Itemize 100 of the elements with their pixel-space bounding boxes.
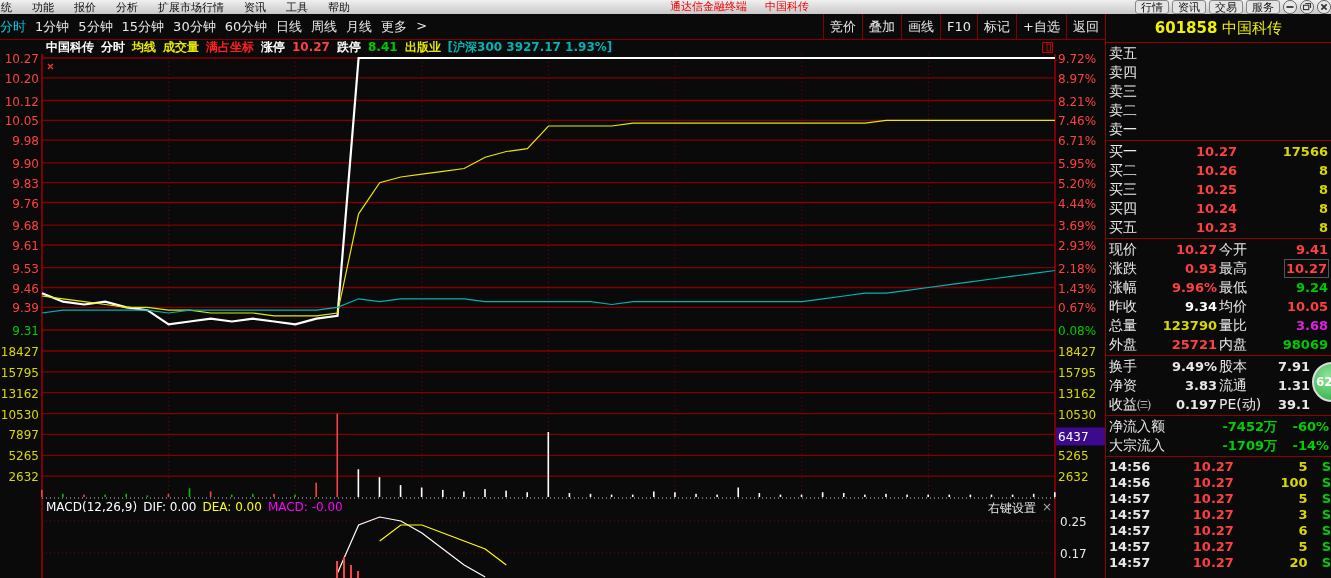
order-label: 卖五 xyxy=(1109,44,1137,63)
trade-time: 14:56 xyxy=(1109,459,1151,475)
menu-item[interactable]: 报价 xyxy=(64,0,106,14)
period-tab[interactable]: 5分钟 xyxy=(78,17,113,36)
stat-value: 9.24 xyxy=(1295,279,1328,297)
stat-label: 涨幅 xyxy=(1109,278,1137,297)
axis-label: 8.21% xyxy=(1058,94,1097,109)
period-tab[interactable]: 日线 xyxy=(276,17,303,36)
stat-label: 今开 xyxy=(1219,240,1247,259)
stock-title: 601858 中国科传 xyxy=(1106,14,1331,43)
trade-volume: 5 xyxy=(1297,539,1308,555)
legend-item: 10.27 xyxy=(292,40,330,54)
order-label: 买一 xyxy=(1109,142,1137,161)
top-button[interactable]: 行情 xyxy=(1135,0,1169,14)
trade-volume: 6 xyxy=(1297,523,1308,539)
menu-item[interactable]: 帮助 xyxy=(318,0,360,14)
axis-label: 9.53 xyxy=(12,261,39,276)
stat-value: 9.96% xyxy=(1171,279,1217,297)
trade-time: 14:57 xyxy=(1109,555,1151,571)
minimize-icon[interactable] xyxy=(1283,0,1297,14)
legend-item: 成交量 xyxy=(163,40,199,54)
axis-label: 2.18% xyxy=(1058,261,1097,276)
menu-item[interactable]: 分析 xyxy=(106,0,148,14)
order-label: 卖一 xyxy=(1109,120,1137,139)
axis-label: 10.27 xyxy=(4,54,39,66)
order-price: 10.24 xyxy=(1194,200,1237,218)
trade-time: 14:56 xyxy=(1109,475,1151,491)
period-tab[interactable]: 月线 xyxy=(346,17,373,36)
stat-label: 现价 xyxy=(1109,240,1137,259)
period-tab[interactable]: 1分钟 xyxy=(35,17,70,36)
legend-item: 8.41 xyxy=(367,40,398,54)
stat-value: 0.197 xyxy=(1175,396,1217,414)
order-price: 10.27 xyxy=(1194,143,1237,161)
axis-label: 10.12 xyxy=(4,94,39,109)
cross-icon xyxy=(47,63,54,70)
order-volume: 8 xyxy=(1318,219,1329,237)
trade-side: S xyxy=(1321,507,1331,523)
axis-label: 0.25 xyxy=(1060,515,1087,529)
order-label: 买四 xyxy=(1109,199,1137,218)
stat-value: 9.41 xyxy=(1295,241,1328,259)
trade-volume: 3 xyxy=(1297,507,1308,523)
stat-label: 净资 xyxy=(1109,376,1137,395)
axis-label: 9.46 xyxy=(12,281,39,296)
legend-item: 中国科传 xyxy=(46,40,94,54)
menu-item[interactable]: 功能 xyxy=(22,0,64,14)
menu-item[interactable]: 工具 xyxy=(276,0,318,14)
axis-label: 8.97% xyxy=(1058,71,1097,86)
close-icon[interactable]: × xyxy=(1042,500,1053,517)
stat-label: 最高 xyxy=(1219,259,1247,278)
stat-value: 39.1 xyxy=(1277,396,1310,414)
axis-label: 9.31 xyxy=(12,324,39,338)
trade-time: 14:57 xyxy=(1109,507,1151,523)
stat-label: 换手 xyxy=(1109,357,1137,376)
period-tab[interactable]: 30分钟 xyxy=(173,17,216,36)
trade-price: 10.27 xyxy=(1191,459,1234,475)
stat-value: 3.68 xyxy=(1295,317,1328,335)
stat-label: 外盘 xyxy=(1109,335,1137,354)
period-tab[interactable]: 60分钟 xyxy=(224,17,268,36)
trade-price: 10.27 xyxy=(1191,491,1234,507)
period-tab[interactable]: 更多 xyxy=(381,17,408,36)
restore-icon[interactable] xyxy=(1300,0,1314,14)
legend-item: 满占坐标 xyxy=(206,40,254,54)
legend-item: 涨停 xyxy=(261,40,285,54)
stat-label: 量比 xyxy=(1219,316,1247,335)
stat-label: 均价 xyxy=(1219,297,1247,316)
trade-price: 10.27 xyxy=(1191,507,1234,523)
window-title: 中国科传 xyxy=(765,0,809,13)
axis-label: 4.44% xyxy=(1058,196,1097,211)
axis-label: 6.71% xyxy=(1058,134,1097,149)
more-arrow[interactable]: > xyxy=(416,17,428,36)
order-price: 10.25 xyxy=(1194,181,1237,199)
close-icon[interactable] xyxy=(1317,0,1331,14)
order-label: 卖二 xyxy=(1109,101,1137,120)
panel-toggle-icon[interactable] xyxy=(1042,42,1053,53)
settings-link[interactable]: 右键设置 xyxy=(988,500,1036,517)
top-button[interactable]: 交易 xyxy=(1209,0,1243,14)
trade-volume: 20 xyxy=(1288,555,1308,571)
period-tab[interactable]: 周线 xyxy=(311,17,338,36)
stat-value: 9.49% xyxy=(1171,358,1217,376)
menu-item[interactable]: 扩展市场行情 xyxy=(148,0,234,14)
axis-label: 5.20% xyxy=(1058,176,1097,191)
stat-label: 最低 xyxy=(1219,278,1247,297)
axis-label: 13162 xyxy=(1058,386,1097,401)
order-volume: 17566 xyxy=(1282,143,1329,161)
menu-item[interactable]: 统 xyxy=(0,0,22,14)
trade-volume: 5 xyxy=(1297,491,1308,507)
stat-value: 10.05 xyxy=(1286,298,1328,316)
stat-label: 涨跌 xyxy=(1109,259,1137,278)
trade-price: 10.27 xyxy=(1191,475,1234,491)
period-tab[interactable]: 分时 xyxy=(0,17,26,36)
trade-side: S xyxy=(1321,539,1331,555)
menu-item[interactable]: 资讯 xyxy=(234,0,276,14)
top-button[interactable]: 资讯 xyxy=(1172,0,1206,14)
trade-time: 14:57 xyxy=(1109,491,1151,507)
period-tab[interactable]: 15分钟 xyxy=(121,17,165,36)
stat-label: 昨收 xyxy=(1109,297,1137,316)
axis-label: 2.93% xyxy=(1058,239,1097,253)
top-button[interactable]: 服务 xyxy=(1246,0,1280,14)
order-volume: 8 xyxy=(1318,200,1329,218)
axis-label: 0.67% xyxy=(1058,301,1097,316)
